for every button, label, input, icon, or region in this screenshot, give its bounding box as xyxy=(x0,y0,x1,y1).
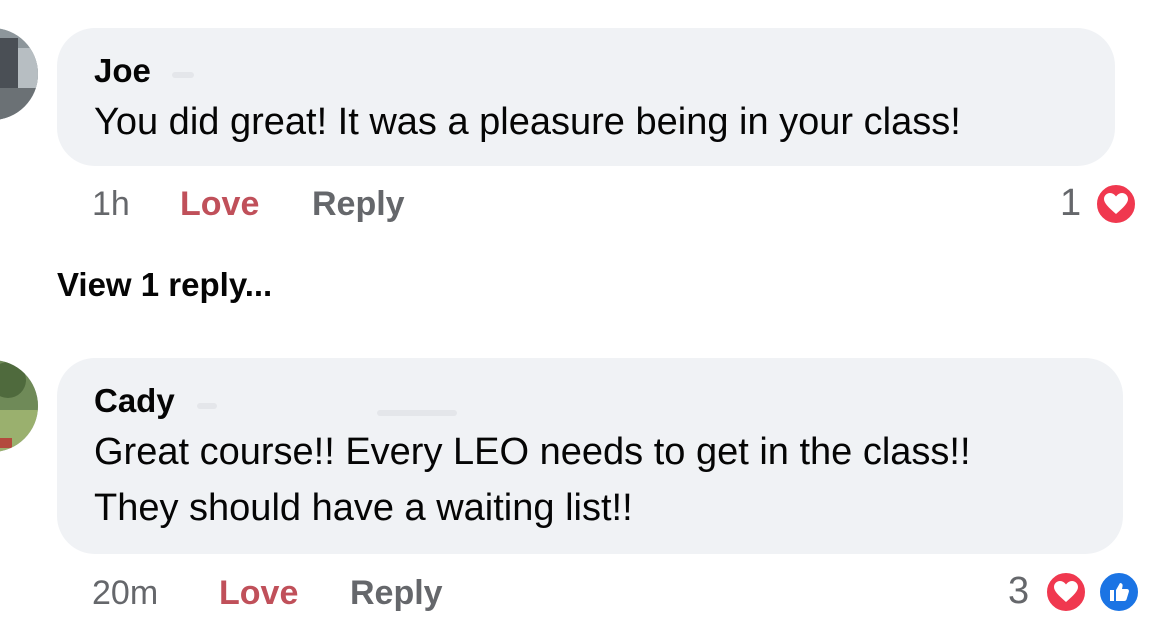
heart-icon[interactable] xyxy=(1043,569,1089,615)
avatar[interactable] xyxy=(0,28,38,120)
view-replies-link[interactable]: View 1 reply... xyxy=(57,266,272,304)
like-icon[interactable] xyxy=(1096,569,1142,615)
love-button[interactable]: Love xyxy=(219,574,298,613)
comment-author[interactable]: Joe xyxy=(94,52,151,90)
reaction-count[interactable]: 3 xyxy=(1008,570,1029,613)
comment-timestamp: 20m xyxy=(92,574,159,612)
heart-icon[interactable] xyxy=(1093,181,1139,227)
redacted-surname xyxy=(172,72,194,78)
comment-timestamp: 1h xyxy=(92,185,130,223)
reaction-count[interactable]: 1 xyxy=(1060,182,1081,225)
redacted-surname xyxy=(377,410,457,416)
love-button[interactable]: Love xyxy=(180,185,259,224)
comment-author[interactable]: Cady xyxy=(94,382,175,420)
avatar[interactable] xyxy=(0,360,38,452)
reply-button[interactable]: Reply xyxy=(312,185,405,224)
comment-bubble: Joe You did great! It was a pleasure bei… xyxy=(57,28,1115,166)
comment-text: You did great! It was a pleasure being i… xyxy=(94,101,961,143)
comment-text: Great course!! Every LEO needs to get in… xyxy=(94,431,971,473)
redacted-surname xyxy=(197,403,217,409)
reply-button[interactable]: Reply xyxy=(350,574,443,613)
comment-text: They should have a waiting list!! xyxy=(94,487,633,529)
comment-bubble: Cady Great course!! Every LEO needs to g… xyxy=(57,358,1123,554)
